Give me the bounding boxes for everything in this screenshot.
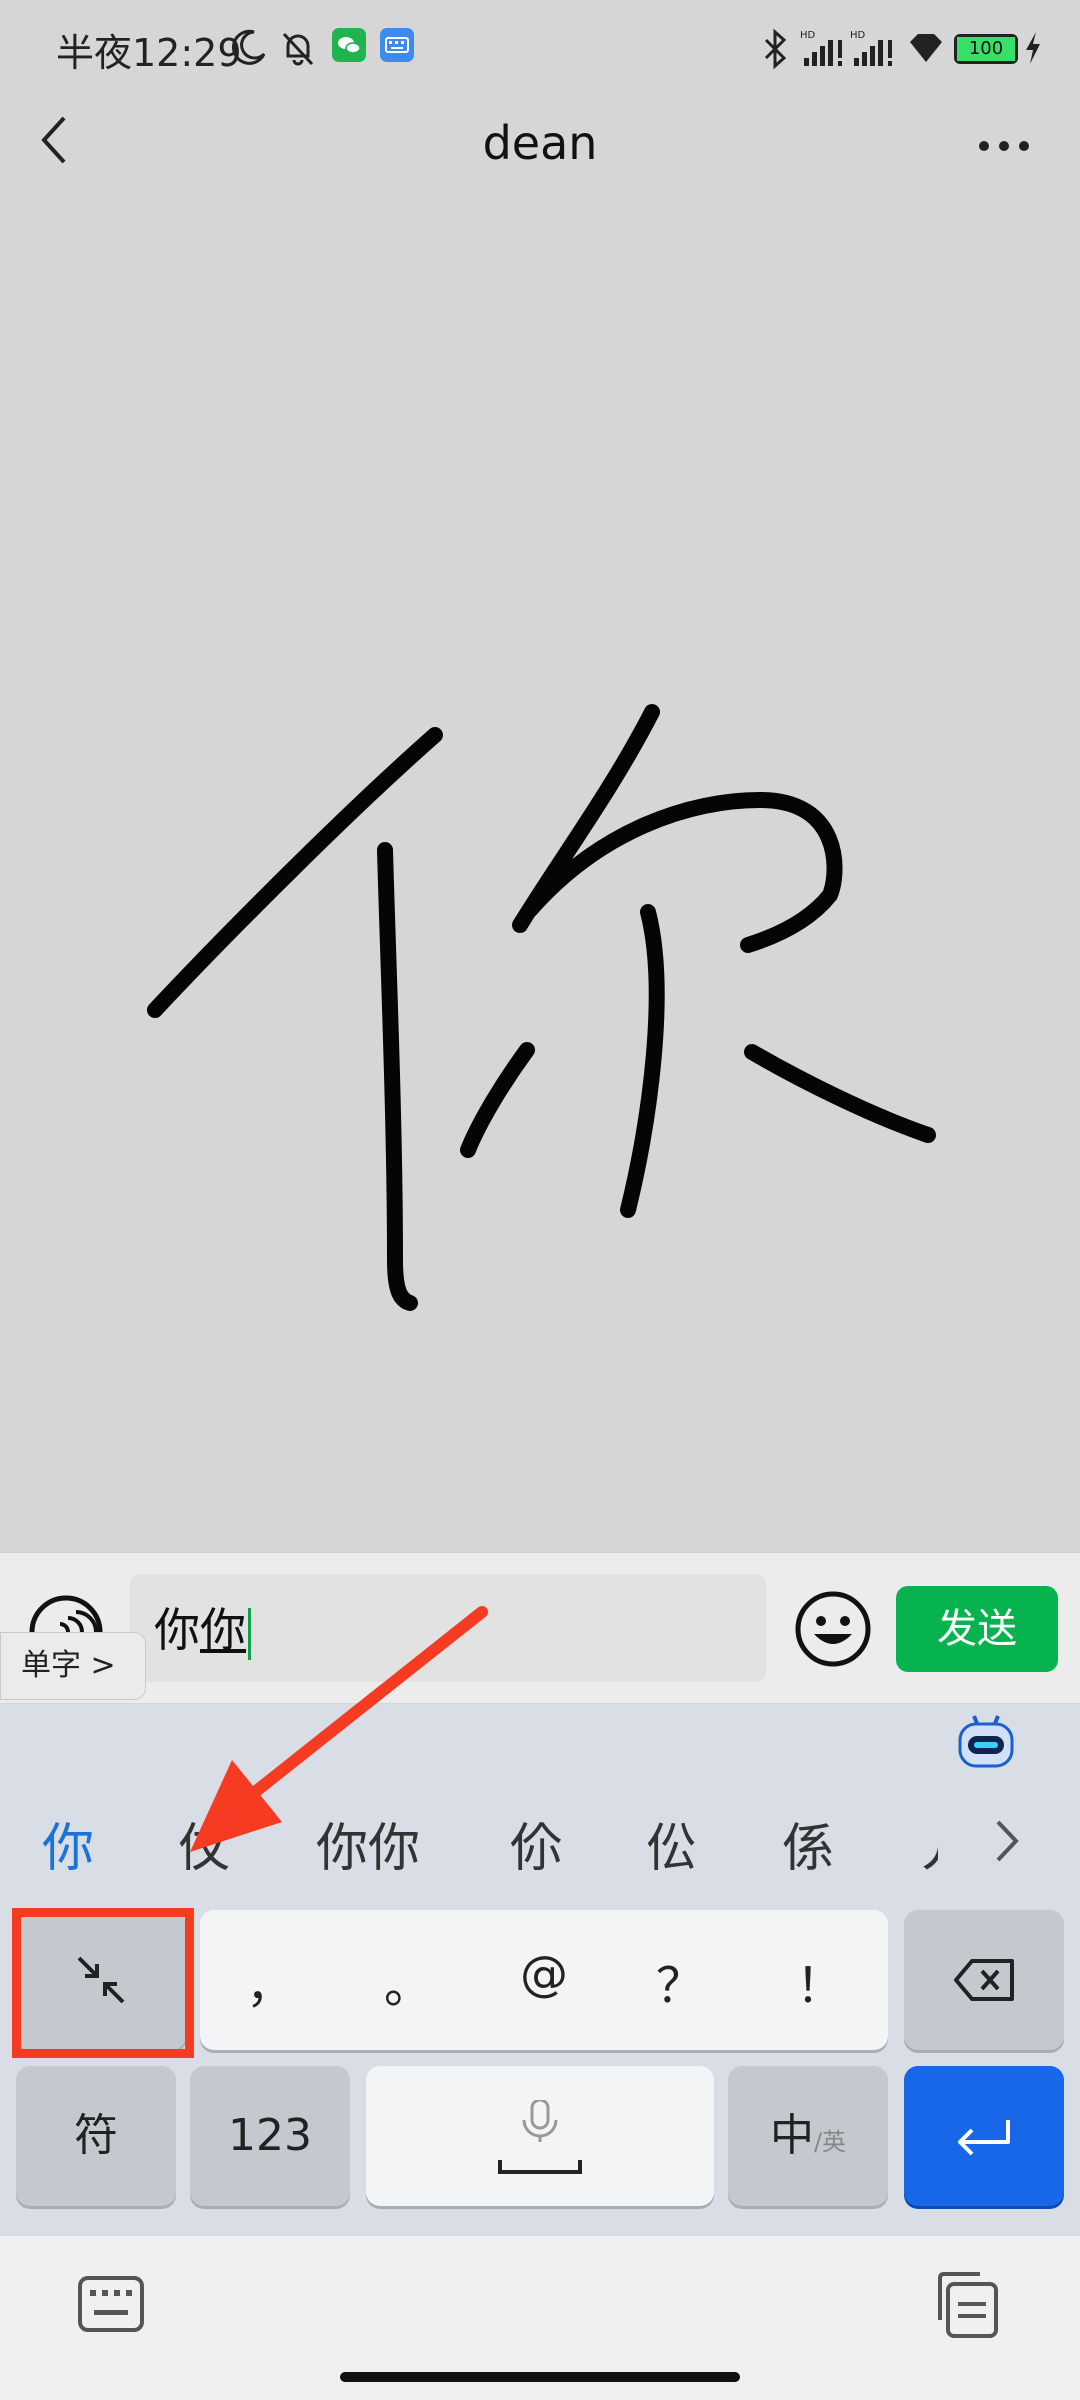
period-key[interactable]: 。 (378, 1946, 438, 2016)
expand-candidates-button[interactable] (990, 1816, 1024, 1870)
status-time: 半夜12:29 (56, 31, 242, 75)
battery-indicator: 100 (954, 34, 1018, 64)
signal-hd-1-icon: HD (800, 28, 846, 74)
bell-off-icon (278, 28, 318, 72)
at-key[interactable]: @ (514, 1946, 574, 2002)
keyboard-icon (78, 2276, 144, 2332)
status-bar: 半夜12:29 HD HD 100 (0, 0, 1080, 96)
red-arrow-icon (190, 1606, 488, 1852)
candidate-5[interactable]: 伀 (646, 1806, 698, 1881)
enter-arrow-icon (958, 2120, 1010, 2156)
question-key[interactable]: ？ (650, 1946, 710, 2016)
lang-sub-label: /英 (813, 2128, 847, 2156)
bluetooth-icon (760, 28, 790, 74)
clipboard-button[interactable] (932, 2270, 1002, 2344)
moon-icon (228, 28, 268, 72)
annotation-highlight-box (12, 1908, 194, 2058)
home-indicator[interactable] (340, 2372, 740, 2382)
exclamation-key[interactable]: ！ (790, 1946, 850, 2016)
candidate-6[interactable]: 係 (782, 1806, 834, 1881)
send-button[interactable]: 发送 (896, 1586, 1058, 1672)
punctuation-row: ， 。 @ ？ ！ (200, 1910, 888, 2050)
lang-main-label: 中 (769, 2110, 814, 2161)
language-switch-key[interactable]: 中/英 (728, 2066, 888, 2206)
clipboard-icon (938, 2272, 998, 2338)
comma-key[interactable]: ， (240, 1946, 300, 2016)
enter-key[interactable] (904, 2066, 1064, 2206)
handwritten-character-你 (147, 704, 936, 1311)
symbol-key[interactable]: 符 (16, 2066, 176, 2206)
svg-text:HD: HD (800, 30, 816, 41)
emoji-button[interactable] (792, 1588, 874, 1674)
assistant-robot-icon[interactable] (956, 1712, 1016, 1776)
signal-hd-2-icon: HD (850, 28, 896, 74)
candidate-7[interactable]: 丿 (912, 1806, 938, 1881)
chevron-right-icon (996, 1820, 1019, 1862)
charging-icon (1022, 28, 1044, 72)
annotation-arrow (0, 1580, 520, 1904)
wechat-notification-icon (332, 28, 366, 66)
backspace-icon (954, 1959, 1014, 2001)
keyboard-notification-icon (380, 28, 414, 66)
battery-level: 100 (957, 37, 1015, 61)
space-key[interactable] (366, 2066, 714, 2206)
keyboard-switch-button[interactable] (76, 2274, 146, 2338)
vpn-diamond-icon (906, 28, 946, 72)
numbers-key[interactable]: 123 (190, 2066, 350, 2206)
svg-text:HD: HD (850, 30, 866, 41)
handwriting-canvas[interactable] (0, 160, 1080, 1550)
smiley-face-icon (795, 1591, 871, 1667)
microphone-space-icon (498, 2098, 582, 2174)
backspace-key[interactable] (904, 1910, 1064, 2050)
